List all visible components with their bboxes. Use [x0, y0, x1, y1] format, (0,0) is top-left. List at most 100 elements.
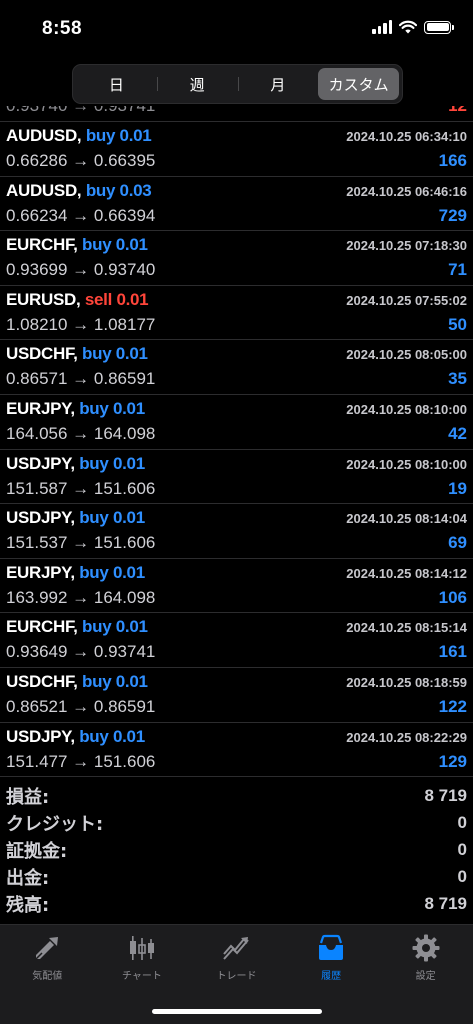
trade-prices: 151.587 → 151.606 — [6, 478, 156, 498]
trade-side-volume: buy 0.01 — [79, 398, 145, 418]
trade-timestamp: 2024.10.25 08:14:04 — [346, 511, 467, 527]
tab-label: トレード — [216, 971, 257, 982]
trade-prices: 0.93740 → 0.93741 — [6, 106, 155, 116]
trade-side-volume: buy 0.01 — [82, 617, 148, 637]
summary-credit-row: クレジット: 0 — [0, 809, 473, 836]
trade-profit: 729 — [438, 205, 467, 225]
trade-symbol: EURCHF, — [6, 617, 78, 637]
trade-prices: 0.86521 → 0.86591 — [6, 696, 156, 716]
gear-icon — [412, 934, 440, 962]
quotes-icon — [35, 937, 59, 960]
trade-side-volume: buy 0.01 — [79, 562, 145, 582]
trade-side-volume: buy 0.01 — [85, 126, 152, 145]
tab-label: チャート — [121, 971, 162, 982]
trade-row[interactable]: AUDUSD, buy 0.03 2024.10.25 06:46:16 0.662… — [0, 177, 473, 232]
trade-timestamp: 2024.10.25 07:18:30 — [346, 238, 467, 254]
trade-row[interactable]: USDJPY, buy 0.01 2024.10.25 08:10:00 151.5… — [0, 450, 473, 505]
status-time: 8:58 — [42, 18, 83, 39]
trade-timestamp: 2024.10.25 08:10:00 — [346, 401, 467, 417]
tab-bar: 気配値 チャート トレード 履歴 設定 — [0, 924, 473, 1024]
summary-label: 出金: — [6, 867, 50, 889]
trade-symbol: AUDUSD, — [6, 126, 82, 145]
trade-symbol: USDCHF, — [6, 344, 78, 364]
trade-row[interactable]: USDJPY, buy 0.01 2024.10.25 08:22:29 151.4… — [0, 723, 473, 778]
trade-prices: 164.056 → 164.098 — [6, 423, 156, 443]
trade-prices: 0.93649 → 0.93741 — [6, 642, 156, 662]
trade-timestamp: 2024.10.25 06:46:16 — [346, 183, 467, 199]
tab-label: 設定 — [415, 971, 436, 982]
trade-symbol: EURUSD, — [6, 289, 81, 309]
trade-profit: 71 — [448, 260, 467, 280]
tab-trade[interactable]: トレード — [189, 925, 284, 987]
trade-timestamp: 2024.10.25 08:18:59 — [346, 674, 467, 690]
trade-profit: 166 — [438, 151, 467, 170]
trade-row[interactable]: USDCHF, buy 0.01 2024.10.25 08:18:59 0.865… — [0, 668, 473, 723]
summary-value: 0 — [457, 812, 467, 832]
trade-profit: 129 — [438, 751, 467, 771]
trade-history-list[interactable]: 0.93740 → 0.93741 12 AUDUSD, buy 0.01 202… — [0, 106, 473, 778]
trade-row[interactable]: EURJPY, buy 0.01 2024.10.25 08:14:12 163.9… — [0, 559, 473, 614]
segment-custom[interactable]: カスタム — [318, 68, 399, 100]
trade-side-volume: sell 0.01 — [84, 289, 149, 309]
trade-side-volume: buy 0.01 — [82, 671, 148, 691]
trade-side-volume: buy 0.01 — [82, 235, 148, 255]
trade-side-volume: buy 0.01 — [79, 508, 145, 528]
trade-profit: 161 — [438, 642, 467, 662]
tab-quotes[interactable]: 気配値 — [0, 925, 95, 987]
summary-value: 8 719 — [424, 785, 467, 805]
trade-timestamp: 2024.10.25 06:34:10 — [346, 129, 467, 144]
trade-profit: 106 — [438, 587, 467, 607]
trade-prices: 151.477 → 151.606 — [6, 751, 156, 771]
trade-prices: 0.93699 → 0.93740 — [6, 260, 156, 280]
trade-side-volume: buy 0.03 — [85, 180, 152, 200]
wifi-icon — [399, 20, 417, 34]
tab-settings[interactable]: 設定 — [378, 925, 473, 987]
trade-chart-icon — [223, 937, 250, 960]
trade-prices: 0.66234 → 0.66394 — [6, 205, 156, 225]
trade-row[interactable]: EURJPY, buy 0.01 2024.10.25 08:10:00 164.0… — [0, 395, 473, 450]
trade-profit: 42 — [448, 423, 467, 443]
trade-prices: 1.08210 → 1.08177 — [6, 314, 156, 334]
tab-label: 履歴 — [321, 971, 342, 982]
tab-chart[interactable]: チャート — [95, 925, 190, 987]
summary-value: 0 — [457, 839, 467, 859]
segment-week[interactable]: 週 — [156, 68, 238, 100]
trade-row[interactable]: AUDUSD, buy 0.01 2024.10.25 06:34:10 0.662… — [0, 122, 473, 177]
trade-timestamp: 2024.10.25 07:55:02 — [346, 292, 467, 308]
summary-balance-row: 残高: 8 719 — [0, 890, 473, 917]
trade-profit: 12 — [448, 106, 467, 116]
trade-row[interactable]: EURCHF, buy 0.01 2024.10.25 08:15:14 0.936… — [0, 613, 473, 668]
segment-day[interactable]: 日 — [76, 68, 157, 100]
trade-row[interactable]: USDJPY, buy 0.01 2024.10.25 08:14:04 151.5… — [0, 504, 473, 559]
trade-row[interactable]: EURCHF, buy 0.01 2024.10.25 07:18:30 0.936… — [0, 231, 473, 286]
battery-icon — [424, 20, 454, 34]
summary-value: 8 719 — [424, 893, 467, 913]
trade-prices: 0.66286 → 0.66395 — [6, 151, 156, 170]
trade-row-partial[interactable]: 0.93740 → 0.93741 12 — [0, 106, 473, 122]
tab-label: 気配値 — [32, 971, 63, 982]
summary-deposit-row: 証拠金: 0 — [0, 836, 473, 863]
account-summary: 損益: 8 719 クレジット: 0 証拠金: 0 出金: 0 残高: 8 71… — [0, 782, 473, 917]
summary-value: 0 — [457, 866, 467, 886]
history-inbox-icon — [319, 934, 344, 960]
segment-month[interactable]: 月 — [237, 68, 319, 100]
trade-symbol: USDCHF, — [6, 671, 78, 691]
period-segmented-control: 日 週 月 カスタム — [72, 64, 403, 104]
summary-label: 証拠金: — [6, 840, 68, 862]
cellular-signal-icon — [372, 20, 392, 34]
trade-row[interactable]: USDCHF, buy 0.01 2024.10.25 08:05:00 0.865… — [0, 340, 473, 395]
trade-timestamp: 2024.10.25 08:05:00 — [346, 347, 467, 363]
trade-prices: 163.992 → 164.098 — [6, 587, 156, 607]
trade-symbol: AUDUSD, — [6, 180, 82, 200]
trade-side-volume: buy 0.01 — [79, 453, 145, 473]
tab-history[interactable]: 履歴 — [284, 925, 379, 987]
trade-prices: 0.86571 → 0.86591 — [6, 369, 156, 389]
status-icons — [372, 20, 454, 34]
trade-symbol: EURJPY, — [6, 398, 75, 418]
trade-symbol: USDJPY, — [6, 508, 75, 528]
trade-timestamp: 2024.10.25 08:14:12 — [346, 565, 467, 581]
trade-row[interactable]: EURUSD, sell 0.01 2024.10.25 07:55:02 1.08… — [0, 286, 473, 341]
trade-side-volume: buy 0.01 — [82, 344, 148, 364]
trade-prices: 151.537 → 151.606 — [6, 533, 156, 553]
trade-timestamp: 2024.10.25 08:22:29 — [346, 729, 467, 745]
